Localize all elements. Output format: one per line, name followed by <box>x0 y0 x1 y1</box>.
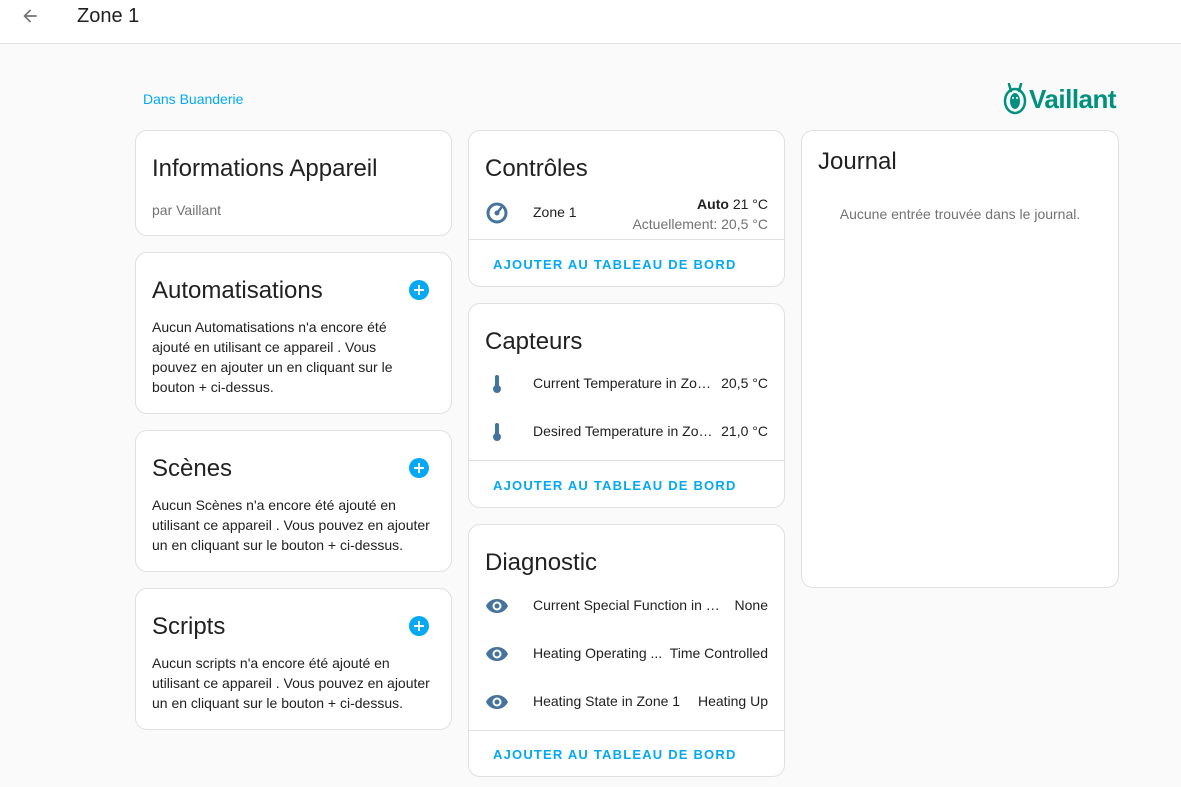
add-to-dashboard-button[interactable]: AJOUTER AU TABLEAU DE BORD <box>493 478 737 493</box>
sensor-row[interactable]: Desired Temperature in Zon... 21,0 °C <box>469 412 784 452</box>
add-automation-button[interactable] <box>409 280 429 300</box>
device-info-card: Informations Appareil par Vaillant <box>135 130 452 236</box>
manufacturer-text: par Vaillant <box>152 202 222 218</box>
hvac-mode: Auto <box>697 196 729 212</box>
page-title: Zone 1 <box>77 5 140 27</box>
divider <box>469 730 784 731</box>
scripts-card: Scripts Aucun scripts n'a encore été ajo… <box>135 588 452 730</box>
card-title: Scènes <box>152 455 233 482</box>
back-button[interactable] <box>16 4 44 28</box>
card-title: Diagnostic <box>485 549 598 576</box>
add-to-dashboard-button[interactable]: AJOUTER AU TABLEAU DE BORD <box>493 747 737 762</box>
brand-name: Vaillant <box>1029 83 1117 114</box>
plus-icon <box>414 621 424 631</box>
card-title: Informations Appareil <box>152 155 378 182</box>
diagnostic-row[interactable]: Heating Operating ... Time Controlled <box>469 634 784 674</box>
vaillant-hare-icon <box>1003 83 1027 115</box>
thermostat-icon <box>486 202 508 224</box>
logbook-empty-text: Aucune entrée trouvée dans le journal. <box>839 206 1081 222</box>
empty-automations-text: Aucun Automatisations n'a encore été ajo… <box>152 319 393 395</box>
climate-state: Auto 21 °C Actuellement: 20,5 °C <box>632 194 768 234</box>
arrow-left-icon <box>23 9 37 23</box>
brand-logo: Vaillant <box>1003 83 1117 115</box>
thermometer-icon <box>493 375 501 393</box>
add-script-button[interactable] <box>409 616 429 636</box>
entity-name: Current Special Function in Z... <box>533 597 723 613</box>
entity-name: Desired Temperature in Zon... <box>533 423 716 439</box>
controls-card: Contrôles Zone 1 Auto 21 °C Actuellement… <box>468 130 785 287</box>
sensor-row[interactable]: Current Temperature in Zon... 20,5 °C <box>469 364 784 404</box>
divider <box>469 239 784 240</box>
card-title: Contrôles <box>485 155 588 182</box>
entity-value: Time Controlled <box>669 645 768 661</box>
entity-value: Heating Up <box>697 693 768 709</box>
eye-icon <box>486 647 508 661</box>
thermometer-icon <box>493 423 501 441</box>
target-temperature: 21 °C <box>732 196 768 212</box>
empty-scripts-text: Aucun scripts n'a encore été ajouté en u… <box>152 655 430 711</box>
diagnostic-row[interactable]: Current Special Function in Z... None <box>469 586 784 626</box>
entity-value: 21,0 °C <box>721 423 768 439</box>
sensors-card: Capteurs Current Temperature in Zon... 2… <box>468 303 785 508</box>
card-title: Scripts <box>152 613 226 640</box>
current-temperature: Actuellement: 20,5 °C <box>632 216 768 232</box>
eye-icon <box>486 599 508 613</box>
add-scene-button[interactable] <box>409 458 429 478</box>
entity-name: Heating Operating ... <box>533 645 663 661</box>
automations-card: Automatisations Aucun Automatisations n'… <box>135 252 452 414</box>
plus-icon <box>414 463 424 473</box>
add-to-dashboard-button[interactable]: AJOUTER AU TABLEAU DE BORD <box>493 257 737 272</box>
top-app-bar: Zone 1 <box>0 0 1181 44</box>
plus-icon <box>414 285 424 295</box>
entity-name: Zone 1 <box>533 204 577 220</box>
area-link[interactable]: Dans Buanderie <box>143 91 243 107</box>
diagnostic-row[interactable]: Heating State in Zone 1 Heating Up <box>469 682 784 722</box>
card-title: Automatisations <box>152 277 323 304</box>
card-title: Capteurs <box>485 328 583 355</box>
entity-name: Heating State in Zone 1 <box>533 693 681 709</box>
entity-name: Current Temperature in Zon... <box>533 375 716 391</box>
entity-value: 20,5 °C <box>721 375 768 391</box>
eye-icon <box>486 695 508 709</box>
empty-scenes-text: Aucun Scènes n'a encore été ajouté en ut… <box>152 497 430 553</box>
logbook-card: Journal Aucune entrée trouvée dans le jo… <box>801 130 1119 588</box>
thermostat-row[interactable]: Zone 1 Auto 21 °C Actuellement: 20,5 °C <box>469 191 784 235</box>
scenes-card: Scènes Aucun Scènes n'a encore été ajout… <box>135 430 452 572</box>
card-title: Journal <box>818 148 897 175</box>
divider <box>469 460 784 461</box>
diagnostic-card: Diagnostic Current Special Function in Z… <box>468 524 785 777</box>
entity-value: None <box>734 597 768 613</box>
